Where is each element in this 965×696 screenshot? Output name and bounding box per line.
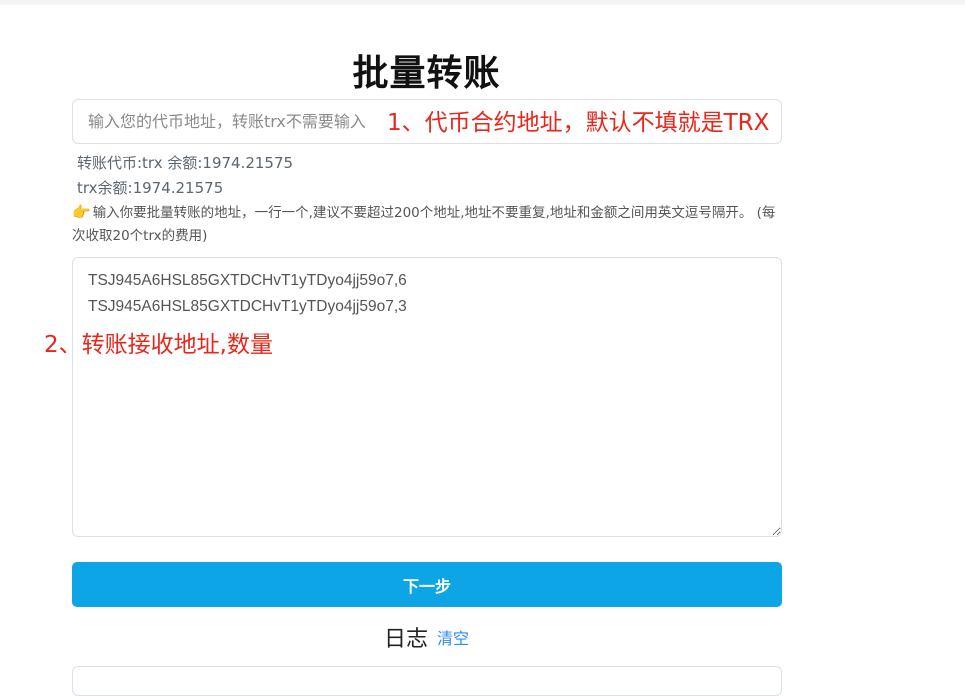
pointing-hand-icon: 👉	[72, 203, 91, 221]
log-header: 日志 清空	[0, 621, 853, 653]
address-amount-textarea[interactable]	[72, 257, 782, 537]
log-title: 日志	[383, 627, 428, 652]
page-title: 批量转账	[352, 53, 501, 94]
next-step-button[interactable]: 下一步	[72, 562, 782, 607]
annotation-receiver-address: 2、转账接收地址,数量	[44, 332, 273, 358]
log-output-box	[72, 666, 782, 696]
top-strip	[0, 0, 965, 5]
trx-balance-text: trx余额:1974.21575	[77, 179, 224, 197]
instructions-hint: 👉 输入你要批量转账的地址，一行一个,建议不要超过200个地址,地址不要重复,地址…	[72, 201, 784, 248]
annotation-token-address: 1、代币合约地址，默认不填就是TRX	[387, 110, 770, 136]
instructions-text: 输入你要批量转账的地址，一行一个,建议不要超过200个地址,地址不要重复,地址和…	[72, 205, 776, 244]
token-balance-text: 转账代币:trx 余额:1974.21575	[77, 154, 294, 172]
clear-log-link[interactable]: 清空	[437, 629, 469, 648]
